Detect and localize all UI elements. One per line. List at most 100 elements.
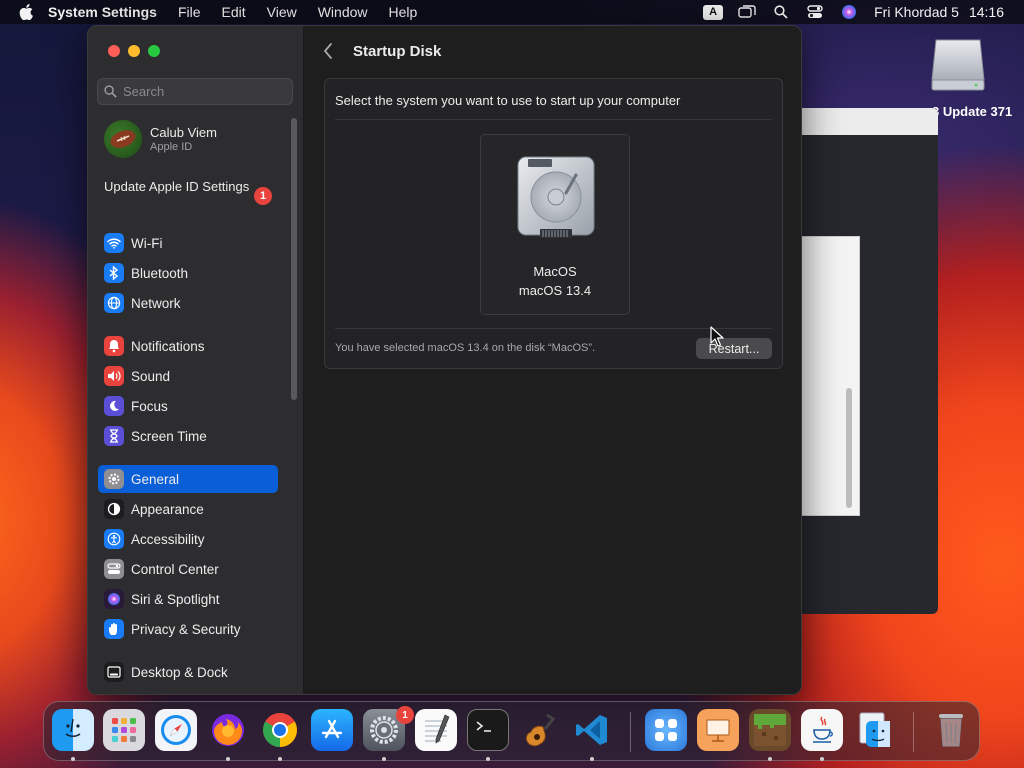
menu-view[interactable]: View [267,4,297,20]
sidebar-item-privacy-security[interactable]: Privacy & Security [98,615,278,643]
dock-launchpad-icon[interactable] [103,709,145,751]
siri-icon[interactable] [838,4,860,20]
menu-file[interactable]: File [178,4,201,20]
back-button[interactable] [322,42,336,60]
gear-icon [104,469,124,489]
search-field[interactable] [97,78,293,105]
sidebar-item-network[interactable]: Network [98,289,278,317]
dock-running-indicator [486,757,490,761]
hand-icon [104,619,124,639]
sidebar-item-label: Wi-Fi [131,235,163,251]
avatar [104,120,142,158]
account-name: Calub Viem [150,125,217,140]
sidebar-item-bluetooth[interactable]: Bluetooth [98,259,278,287]
speaker-icon [104,366,124,386]
sidebar-item-label: Bluetooth [131,265,189,281]
hard-disk-icon [514,153,598,243]
desktop-drive-label[interactable]: 3 Update 371 [932,104,1012,119]
sidebar-item-label: Notifications [131,338,205,354]
apple-menu-icon[interactable] [18,4,34,20]
dock-running-indicator [278,757,282,761]
siri-icon [104,589,124,609]
menu-edit[interactable]: Edit [222,4,246,20]
sidebar-item-screen-time[interactable]: Screen Time [98,422,278,450]
apple-id-account[interactable]: Calub Viem Apple ID [104,120,217,158]
menu-window[interactable]: Window [318,4,368,20]
divider [335,328,772,329]
restart-button[interactable]: Restart... [696,338,772,359]
sidebar-item-appearance[interactable]: Appearance [98,495,278,523]
dock-presentation-icon[interactable] [697,709,739,751]
dock-trash-icon[interactable] [930,709,972,751]
zoom-button[interactable] [148,45,160,57]
dock-running-indicator [226,757,230,761]
startup-disk-option[interactable]: MacOS macOS 13.4 [480,134,630,315]
sidebar-item-focus[interactable]: Focus [98,392,278,420]
bell-icon [104,336,124,356]
sidebar-item-label: Siri & Spotlight [131,591,220,607]
globe-icon [104,293,124,313]
minimize-button[interactable] [128,45,140,57]
screen-mirroring-icon[interactable] [736,4,758,20]
sidebar-item-desktop-dock[interactable]: Desktop & Dock [98,658,278,686]
dock-running-indicator [71,757,75,761]
account-subtitle: Apple ID [150,141,193,153]
sidebar-item-sound[interactable]: Sound [98,362,278,390]
sidebar-item-control-center[interactable]: Control Center [98,555,278,583]
dock-textedit-icon[interactable] [415,709,457,751]
page-title: Startup Disk [353,43,442,60]
sidebar-item-general[interactable]: General [98,465,278,493]
menubar-date[interactable]: Fri Khordad 5 [874,4,959,20]
dock-firefox-icon[interactable] [207,709,249,751]
dock-chrome-icon[interactable] [259,709,301,751]
dock-apps-folder-icon[interactable] [645,709,687,751]
dock-java-icon[interactable] [801,709,843,751]
sidebar-scrollbar[interactable] [291,118,297,400]
sidebar-item-accessibility[interactable]: Accessibility [98,525,278,553]
menubar-clock[interactable]: 14:16 [969,4,1004,20]
dock-safari-icon[interactable] [155,709,197,751]
search-input[interactable] [121,83,285,100]
menu-bar: System Settings File Edit View Window He… [0,0,1024,24]
background-window-scrollbar[interactable] [846,388,852,508]
dock-finder-document-icon[interactable] [853,709,895,751]
wifi-icon [104,233,124,253]
sidebar-item-label: Appearance [131,501,204,517]
sidebar-item-label: Focus [131,398,168,414]
close-button[interactable] [108,45,120,57]
divider [335,119,772,120]
sidebar-item-label: Accessibility [131,531,205,547]
search-icon [104,85,117,98]
sidebar-item-siri-spotlight[interactable]: Siri & Spotlight [98,585,278,613]
system-settings-window: Calub Viem Apple ID Update Apple ID Sett… [87,25,802,695]
dock-icon [104,662,124,682]
dock-minecraft-icon[interactable] [749,709,791,751]
dock-running-indicator [382,757,386,761]
mouse-cursor-icon [710,326,724,348]
moon-icon [104,396,124,416]
dock-vscode-icon[interactable] [571,709,613,751]
input-source-icon[interactable]: A [702,4,724,20]
menu-app-name[interactable]: System Settings [48,4,157,20]
dock: 1 [43,701,980,761]
dock-finder-icon[interactable] [52,709,94,751]
instruction-text: Select the system you want to use to sta… [335,93,681,108]
accessibility-icon [104,529,124,549]
dock-app-store-icon[interactable] [311,709,353,751]
spotlight-search-icon[interactable] [770,4,792,20]
update-apple-id-settings[interactable]: Update Apple ID Settings [104,179,274,195]
dock-separator [630,712,631,752]
dock-garageband-icon[interactable] [519,709,561,751]
dock-running-indicator [590,757,594,761]
dock-terminal-icon[interactable] [467,709,509,751]
control-center-menu-icon[interactable] [804,4,826,20]
sidebar-item-label: General [131,471,180,487]
content-pane: Startup Disk Select the system you want … [304,26,801,694]
window-controls [108,45,168,57]
sidebar-item-notifications[interactable]: Notifications [98,332,278,360]
menu-help[interactable]: Help [389,4,418,20]
dock-settings-badge: 1 [396,706,414,724]
dock-separator [913,712,914,752]
desktop-drive-icon[interactable] [928,34,988,94]
sidebar-item-wifi[interactable]: Wi-Fi [98,229,278,257]
